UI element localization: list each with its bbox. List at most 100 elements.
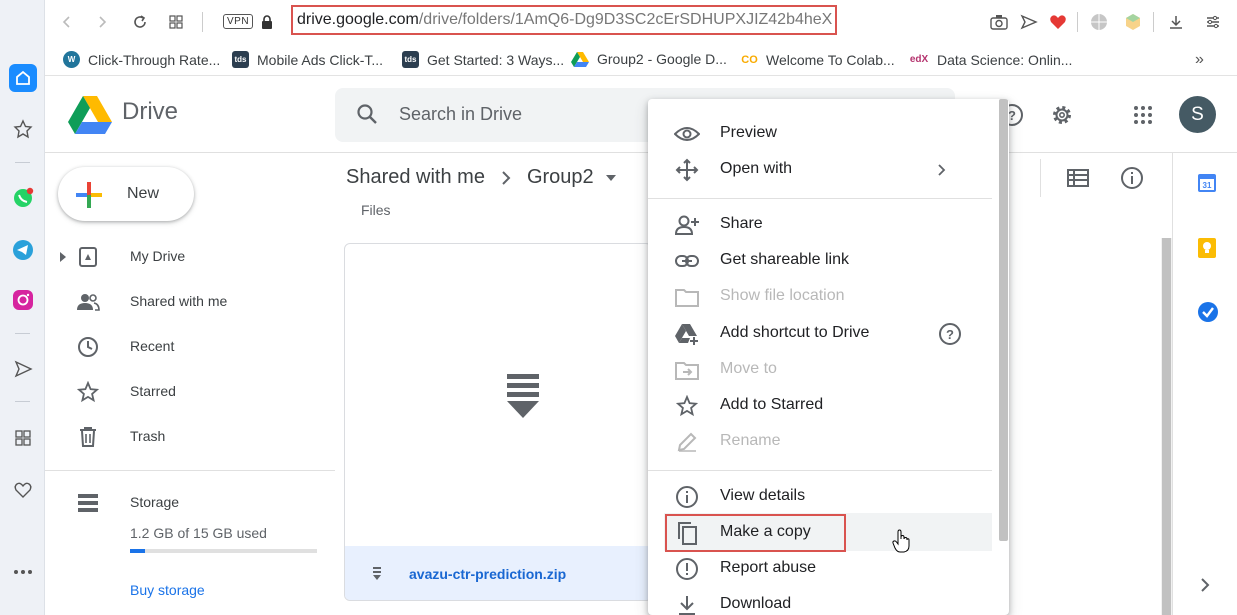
- menu-scrollbar[interactable]: [999, 99, 1008, 541]
- svg-text:?: ?: [946, 327, 954, 342]
- bookmark-label: Group2 - Google D...: [597, 51, 727, 67]
- menu-item-report-abuse[interactable]: Report abuse: [648, 551, 992, 587]
- tabs-grid-icon[interactable]: [166, 12, 186, 32]
- svg-text:31: 31: [1203, 181, 1212, 190]
- browser-toolbar: VPN drive.google.com/drive/folders/1AmQ6…: [45, 0, 1237, 44]
- info-icon[interactable]: [1120, 166, 1144, 190]
- easy-setup-icon[interactable]: [1203, 12, 1223, 32]
- bookmark-item[interactable]: CO Welcome To Colab...: [741, 51, 894, 68]
- nav-item-storage[interactable]: Storage: [45, 483, 335, 523]
- nav-item-recent[interactable]: Recent: [45, 327, 335, 367]
- file-card[interactable]: avazu-ctr-prediction.zip: [344, 243, 652, 601]
- search-placeholder: Search in Drive: [399, 104, 523, 124]
- account-avatar[interactable]: S: [1179, 96, 1216, 133]
- hand-cursor-icon: [892, 529, 910, 553]
- address-bar[interactable]: drive.google.com/drive/folders/1AmQ6-Dg9…: [291, 5, 837, 35]
- colab-icon: CO: [741, 53, 758, 66]
- globe-icon[interactable]: [1089, 12, 1109, 32]
- star-icon: [674, 394, 700, 418]
- telegram-icon[interactable]: [9, 236, 37, 264]
- bookmark-item[interactable]: Group2 - Google D...: [571, 51, 727, 67]
- settings-gear-icon[interactable]: [1049, 102, 1075, 128]
- menu-item-move-to[interactable]: Move to: [648, 352, 992, 388]
- bookmark-item[interactable]: tds Get Started: 3 Ways...: [402, 51, 564, 68]
- buy-storage-link[interactable]: Buy storage: [130, 582, 205, 598]
- workspaces-icon[interactable]: [9, 424, 37, 452]
- clock-icon: [76, 335, 100, 359]
- menu-item-show-file-location[interactable]: Show file location: [648, 279, 992, 315]
- breadcrumb-current[interactable]: Group2: [527, 166, 594, 189]
- menu-item-download[interactable]: Download: [648, 587, 992, 615]
- menu-item-share[interactable]: Share: [648, 207, 992, 243]
- caret-down-icon[interactable]: [605, 174, 616, 181]
- more-icon[interactable]: [9, 558, 37, 586]
- nav-item-starred[interactable]: Starred: [45, 372, 335, 412]
- menu-item-view-details[interactable]: View details: [648, 479, 992, 515]
- instagram-icon[interactable]: [9, 286, 37, 314]
- camera-icon[interactable]: [989, 12, 1009, 32]
- menu-item-get-shareable-link[interactable]: Get shareable link: [648, 243, 992, 279]
- bookmark-item[interactable]: tds Mobile Ads Click-T...: [232, 51, 383, 68]
- zip-small-icon: [370, 566, 384, 582]
- chevron-right-icon: [501, 170, 511, 185]
- menu-item-label: View details: [720, 487, 806, 504]
- bookmarks-bar: W Click-Through Rate... tds Mobile Ads C…: [45, 44, 1237, 76]
- apps-grid-icon[interactable]: [1130, 102, 1156, 128]
- lock-icon[interactable]: [257, 12, 277, 32]
- menu-divider: [648, 198, 992, 199]
- keep-icon[interactable]: [1197, 237, 1217, 259]
- drive-logo-icon[interactable]: [68, 95, 112, 135]
- list-view-icon[interactable]: [1066, 167, 1090, 189]
- alert-icon: [674, 557, 700, 581]
- bookmark-item[interactable]: W Click-Through Rate...: [63, 51, 220, 68]
- pinboard-heart-icon[interactable]: [1048, 12, 1068, 32]
- drive-title[interactable]: Drive: [122, 98, 178, 126]
- bookmark-item[interactable]: edX Data Science: Onlin...: [909, 51, 1073, 68]
- menu-divider: [648, 470, 992, 471]
- bookmarks-overflow-icon[interactable]: »: [1195, 51, 1204, 69]
- speed-dial-icon[interactable]: [9, 115, 37, 143]
- breadcrumb-root[interactable]: Shared with me: [346, 166, 485, 189]
- trash-icon: [76, 425, 100, 449]
- bookmark-label: Mobile Ads Click-T...: [257, 51, 384, 68]
- heart-icon[interactable]: [9, 476, 37, 504]
- nav-item-my-drive[interactable]: My Drive: [45, 237, 335, 277]
- forward-icon[interactable]: [92, 12, 112, 32]
- tds-icon: tds: [402, 51, 419, 68]
- plus-icon: [74, 180, 104, 210]
- star-icon: [76, 380, 100, 404]
- flow-send-icon[interactable]: [1019, 12, 1039, 32]
- vpn-badge[interactable]: VPN: [223, 14, 254, 29]
- menu-item-add-shortcut-to-drive[interactable]: Add shortcut to Drive ?: [648, 316, 992, 352]
- url-domain: drive.google.com: [297, 11, 419, 28]
- new-button[interactable]: New: [58, 167, 194, 221]
- nav-item-trash[interactable]: Trash: [45, 417, 335, 457]
- bookmark-label: Get Started: 3 Ways...: [427, 51, 565, 68]
- home-icon[interactable]: [9, 64, 37, 92]
- nav-item-shared-with-me[interactable]: Shared with me: [45, 282, 335, 322]
- expand-arrow-icon[interactable]: [59, 251, 67, 263]
- download-icon[interactable]: [1166, 12, 1186, 32]
- extension-cube-icon[interactable]: [1123, 12, 1143, 32]
- menu-item-preview[interactable]: Preview: [648, 116, 992, 152]
- file-name: avazu-ctr-prediction.zip: [409, 566, 567, 582]
- tasks-icon[interactable]: [1197, 301, 1219, 323]
- my-drive-icon: [76, 245, 100, 269]
- menu-item-rename[interactable]: Rename: [648, 424, 992, 460]
- menu-item-open-with[interactable]: Open with: [648, 152, 992, 188]
- reload-icon[interactable]: [130, 12, 150, 32]
- back-icon[interactable]: [57, 12, 77, 32]
- calendar-icon[interactable]: 31: [1197, 173, 1217, 193]
- nav-divider: [45, 470, 335, 471]
- search-icon[interactable]: [356, 103, 378, 125]
- context-menu: Preview Open with Share Get shareable li…: [648, 99, 1009, 615]
- main-scrollbar-thumb[interactable]: [1162, 238, 1171, 615]
- menu-item-add-to-starred[interactable]: Add to Starred: [648, 388, 992, 424]
- help-circle-icon[interactable]: ?: [938, 322, 962, 346]
- nav-label: Recent: [130, 338, 175, 354]
- expand-panel-chevron-icon[interactable]: [1200, 578, 1210, 592]
- whatsapp-icon[interactable]: [9, 184, 37, 212]
- nav-label: Starred: [130, 383, 176, 399]
- storage-usage-text: 1.2 GB of 15 GB used: [130, 525, 267, 541]
- send-icon[interactable]: [9, 355, 37, 383]
